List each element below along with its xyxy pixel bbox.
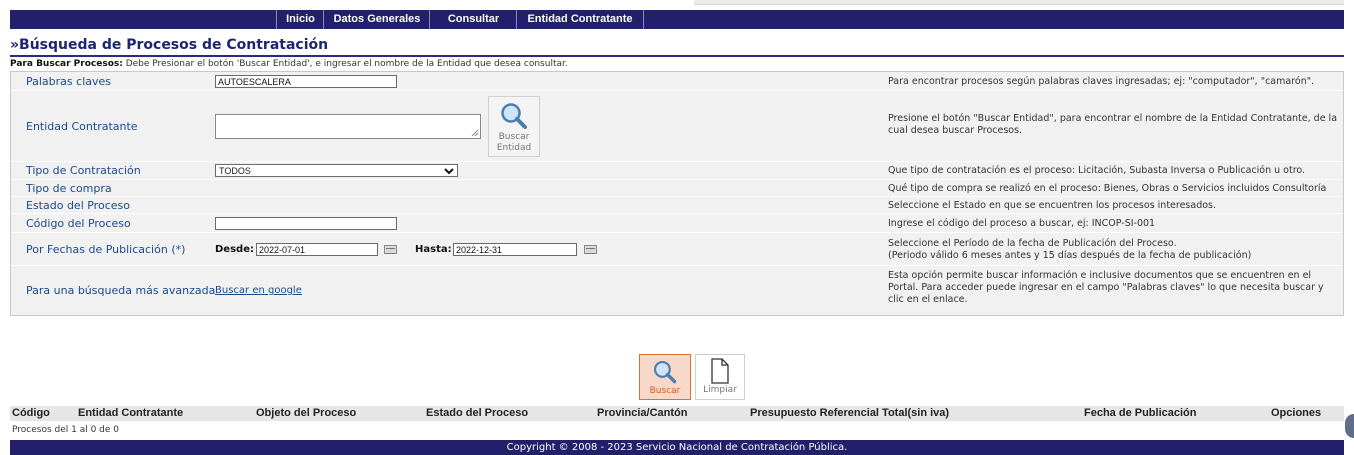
help-fechas-1: Seleccione el Período de la fecha de Pub… — [888, 238, 1177, 249]
label-fechas: Por Fechas de Publicación (*) — [26, 243, 186, 256]
calendar-to-icon[interactable] — [584, 245, 597, 254]
resize-handle-icon — [471, 129, 479, 137]
row-tipo-compra: Tipo de compra Qué tipo de compra se rea… — [11, 180, 1343, 197]
magnifier-icon — [501, 103, 527, 129]
help-entidad: Presione el botón "Buscar Entidad", para… — [888, 113, 1338, 136]
row-estado: Estado del Proceso Seleccione el Estado … — [11, 197, 1343, 214]
nav-datos-generales[interactable]: Datos Generales — [323, 10, 430, 29]
help-fechas-2: (Periodo válido 6 meses antes y 15 días … — [888, 250, 1252, 261]
magnifier-icon — [653, 360, 677, 384]
page-title: »Búsqueda de Procesos de Contratación — [10, 37, 329, 53]
col-presupuesto[interactable]: Presupuesto Referencial Total(sin iva) — [750, 406, 949, 421]
google-search-link[interactable]: Buscar en google — [215, 285, 302, 296]
search-entity-button[interactable]: Buscar Entidad — [488, 96, 540, 157]
entity-textarea[interactable] — [215, 114, 481, 139]
search-notice: Para Buscar Procesos: Debe Presionar el … — [10, 58, 1344, 70]
search-entity-label-2: Entidad — [496, 143, 532, 153]
help-palabras: Para encontrar procesos según palabras c… — [888, 76, 1315, 87]
label-tipo-compra: Tipo de compra — [26, 182, 112, 195]
search-button-label: Buscar — [649, 386, 681, 396]
clear-button[interactable]: Limpiar — [695, 354, 745, 400]
col-codigo[interactable]: Código — [12, 406, 50, 421]
nav-inicio[interactable]: Inicio — [276, 10, 324, 29]
copyright-text: Copyright © 2008 - 2023 Servicio Naciona… — [506, 442, 848, 453]
date-to-input[interactable]: 2022-12-31 — [453, 243, 577, 256]
notice-text: Debe Presionar el botón 'Buscar Entidad'… — [122, 59, 568, 69]
top-scroll-bar — [694, 0, 1344, 5]
search-entity-label-1: Buscar — [498, 132, 530, 142]
help-avanzada: Esta opción permite buscar información e… — [888, 270, 1324, 305]
date-from-input[interactable]: 2022-07-01 — [256, 243, 378, 256]
label-codigo: Código del Proceso — [26, 217, 131, 230]
process-code-input[interactable] — [215, 217, 397, 230]
calendar-from-icon[interactable] — [384, 245, 397, 254]
row-avanzada: Para una búsqueda más avanzada Buscar en… — [11, 266, 1343, 314]
side-widget-handle[interactable] — [1345, 414, 1354, 438]
keywords-input[interactable]: AUTOESCALERA — [215, 75, 397, 88]
row-fechas: Por Fechas de Publicación (*) Desde: 202… — [11, 233, 1343, 266]
hasta-label: Hasta: — [415, 244, 452, 255]
col-provincia[interactable]: Provincia/Cantón — [597, 406, 687, 421]
title-underline — [10, 55, 1344, 57]
col-fecha[interactable]: Fecha de Publicación — [1084, 406, 1196, 421]
row-entidad: Entidad Contratante Buscar Entidad Presi… — [11, 91, 1343, 162]
clear-button-label: Limpiar — [703, 385, 737, 395]
row-codigo: Código del Proceso Ingrese el código del… — [11, 214, 1343, 233]
nav-consultar[interactable]: Consultar — [429, 10, 517, 29]
document-icon — [711, 358, 729, 384]
contract-type-select[interactable]: TODOS — [215, 164, 458, 177]
results-count: Procesos del 1 al 0 de 0 — [12, 425, 120, 435]
search-form-panel: Palabras claves AUTOESCALERA Para encont… — [10, 71, 1344, 316]
label-tipo-contratacion: Tipo de Contratación — [26, 164, 141, 177]
results-table-header: Código Entidad Contratante Objeto del Pr… — [10, 406, 1344, 421]
help-codigo: Ingrese el código del proceso a buscar, … — [888, 218, 1156, 229]
help-tipo-compra: Qué tipo de compra se realizó en el proc… — [888, 183, 1327, 194]
top-strip — [0, 0, 1354, 10]
search-button[interactable]: Buscar — [639, 354, 691, 400]
chevron-down-icon — [444, 168, 454, 175]
label-avanzada: Para una búsqueda más avanzada — [26, 284, 216, 297]
row-tipo-contratacion: Tipo de Contratación TODOS Que tipo de c… — [11, 162, 1343, 180]
label-estado: Estado del Proceso — [26, 199, 130, 212]
help-estado: Seleccione el Estado en que se encuentre… — [888, 200, 1217, 211]
row-palabras: Palabras claves AUTOESCALERA Para encont… — [11, 72, 1343, 91]
notice-bold: Para Buscar Procesos: — [10, 59, 123, 69]
col-estado[interactable]: Estado del Proceso — [426, 406, 528, 421]
contract-type-value: TODOS — [219, 166, 251, 176]
col-entidad[interactable]: Entidad Contratante — [78, 406, 183, 421]
col-opciones: Opciones — [1271, 407, 1322, 419]
nav-entidad-contratante[interactable]: Entidad Contratante — [516, 10, 644, 29]
footer: Copyright © 2008 - 2023 Servicio Naciona… — [10, 440, 1344, 455]
label-entidad: Entidad Contratante — [26, 120, 138, 133]
col-objeto[interactable]: Objeto del Proceso — [256, 406, 356, 421]
main-nav: Inicio Datos Generales Consultar Entidad… — [10, 10, 1344, 29]
desde-label: Desde: — [215, 244, 254, 255]
help-tipo-contratacion: Que tipo de contratación es el proceso: … — [888, 165, 1306, 176]
label-palabras: Palabras claves — [26, 75, 112, 88]
